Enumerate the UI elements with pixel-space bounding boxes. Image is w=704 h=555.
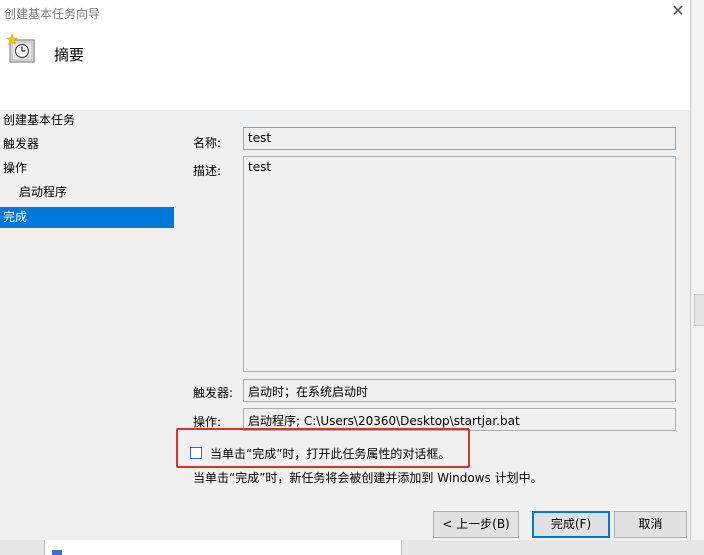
background-pane bbox=[44, 540, 402, 555]
background-bottom-strip bbox=[0, 540, 704, 555]
back-button[interactable]: < 上一步(B) bbox=[433, 511, 519, 538]
open-properties-checkbox-label[interactable]: 当单击“完成”时，打开此任务属性的对话框。 bbox=[210, 445, 450, 462]
nav-item-start-program[interactable]: 启动程序 bbox=[0, 182, 174, 203]
nav-item-label: 创建基本任务 bbox=[3, 113, 76, 127]
wizard-header: 摘要 bbox=[0, 24, 690, 110]
wizard-body: 创建基本任务 触发器 操作 启动程序 完成 名称: test 描述: test … bbox=[0, 110, 690, 540]
wizard-dialog: 创建基本任务向导 ✕ 摘要 创建基本任务 触发器 操作 启动程序 完成 名称: … bbox=[0, 0, 691, 540]
close-icon: ✕ bbox=[671, 1, 685, 20]
name-label: 名称: bbox=[193, 136, 222, 150]
nav-item-label: 操作 bbox=[3, 161, 28, 175]
wizard-steps-nav: 创建基本任务 触发器 操作 启动程序 完成 bbox=[0, 110, 174, 540]
background-scrollbar bbox=[694, 294, 704, 326]
finish-info-text: 当单击“完成”时，新任务将会被创建并添加到 Windows 计划中。 bbox=[193, 471, 543, 485]
open-properties-checkbox[interactable] bbox=[190, 447, 202, 459]
finish-button[interactable]: 完成(F) bbox=[532, 511, 610, 538]
nav-item-action[interactable]: 操作 bbox=[0, 158, 174, 179]
window-title: 创建基本任务向导 bbox=[4, 7, 101, 21]
nav-item-create-task[interactable]: 创建基本任务 bbox=[0, 110, 174, 131]
nav-item-label: 完成 bbox=[3, 210, 28, 224]
background-window-edge bbox=[690, 0, 704, 555]
nav-item-label: 触发器 bbox=[3, 137, 40, 151]
close-button[interactable]: ✕ bbox=[666, 0, 690, 24]
page-title: 摘要 bbox=[54, 46, 85, 64]
description-label: 描述: bbox=[193, 164, 222, 178]
trigger-field[interactable]: 启动时；在系统启动时 bbox=[243, 379, 676, 402]
clock-icon bbox=[6, 34, 35, 63]
name-field[interactable]: test bbox=[243, 127, 676, 150]
nav-item-finish[interactable]: 完成 bbox=[0, 207, 174, 228]
title-bar: 创建基本任务向导 ✕ bbox=[0, 0, 690, 24]
cancel-button[interactable]: 取消 bbox=[614, 511, 687, 538]
description-field[interactable]: test bbox=[243, 156, 676, 372]
trigger-label: 触发器: bbox=[193, 386, 234, 400]
nav-item-label: 启动程序 bbox=[19, 185, 68, 199]
background-marker bbox=[52, 550, 62, 555]
nav-item-trigger[interactable]: 触发器 bbox=[0, 134, 174, 155]
